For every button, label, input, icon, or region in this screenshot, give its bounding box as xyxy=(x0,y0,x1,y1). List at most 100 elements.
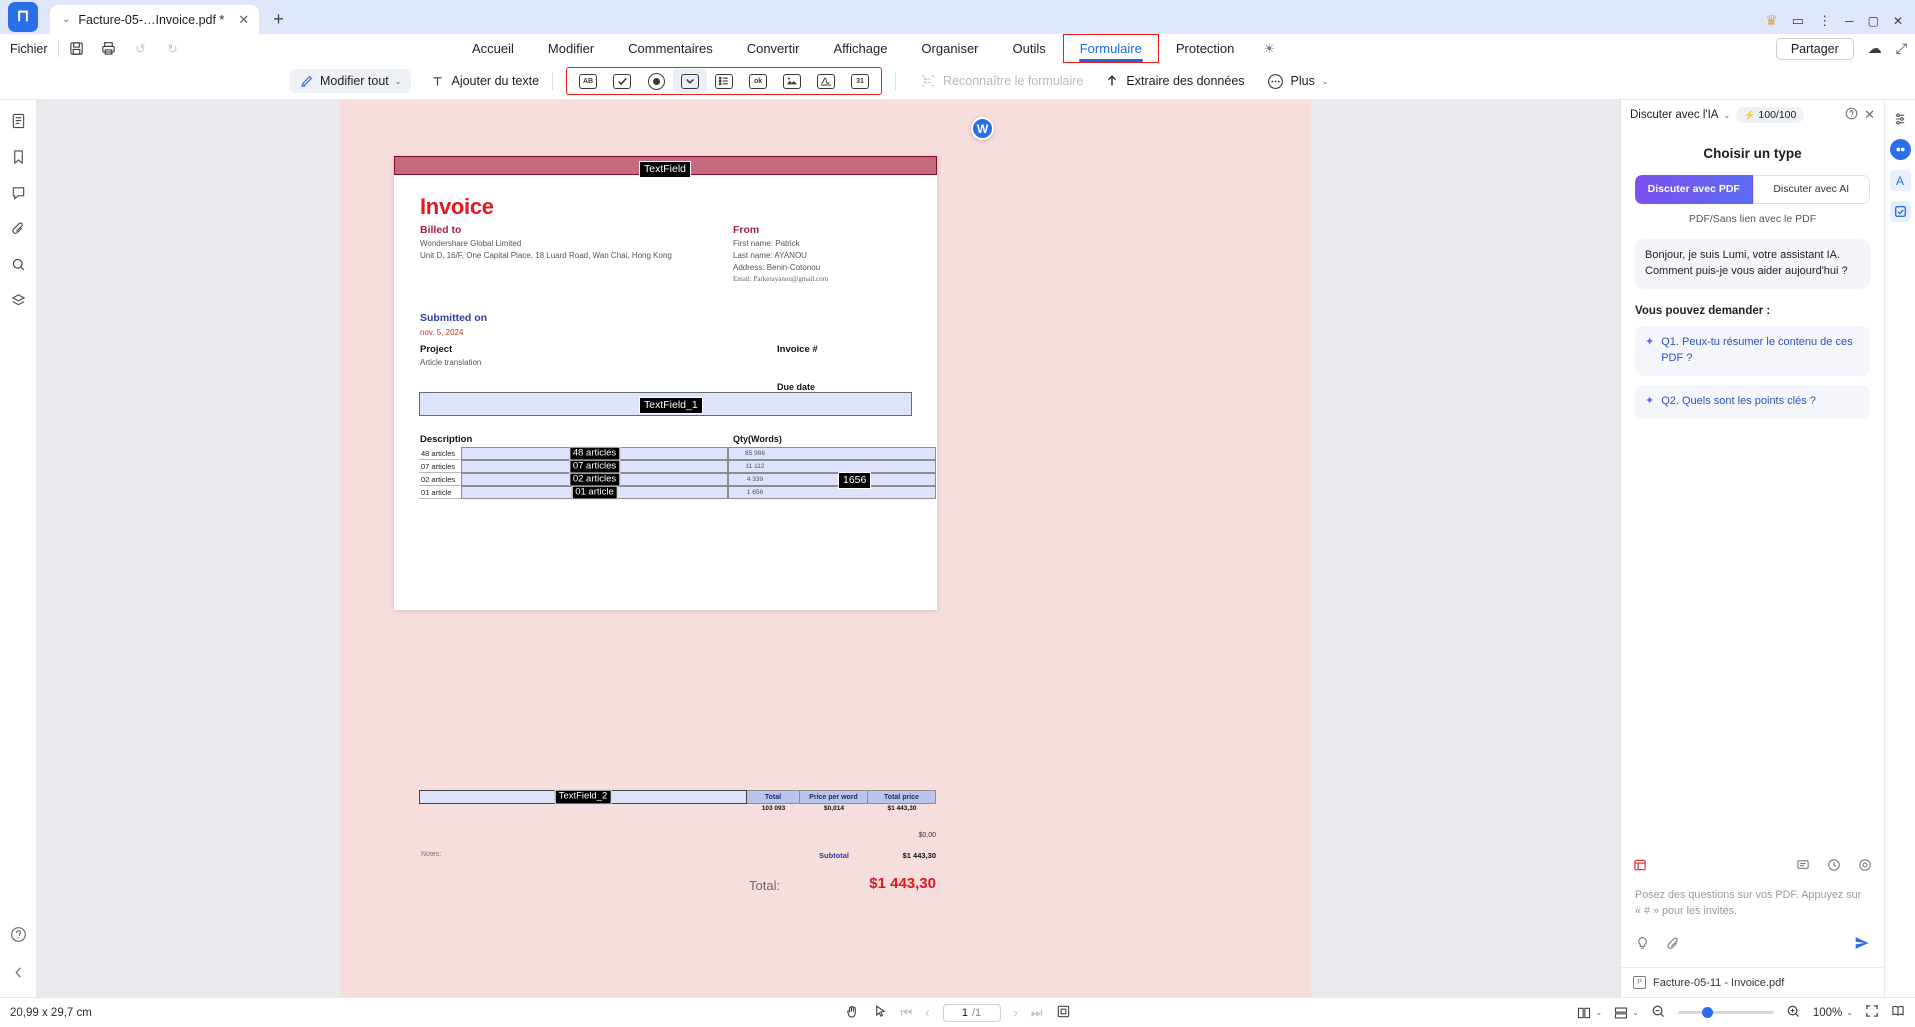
form-check-icon[interactable] xyxy=(1889,201,1911,222)
list-box-field-tool[interactable] xyxy=(707,69,741,93)
field-tag-textfield-1: TextField_1 xyxy=(639,397,703,415)
tab-organiser[interactable]: Organiser xyxy=(904,34,995,63)
zoom-slider[interactable] xyxy=(1677,1007,1774,1018)
table-row[interactable]: 48 articles 48 articles 85 986 xyxy=(419,446,936,461)
modifier-tout-button[interactable]: Modifier tout ⌄ xyxy=(290,69,412,93)
read-mode-icon[interactable] xyxy=(1891,1004,1905,1021)
tab-outils[interactable]: Outils xyxy=(996,34,1063,63)
row-form-field[interactable]: 48 articles xyxy=(461,446,728,461)
help-icon[interactable] xyxy=(7,923,29,945)
zoom-out-button[interactable] xyxy=(1651,1004,1666,1022)
toggle-chat-with-pdf[interactable]: Discuter avec PDF xyxy=(1635,175,1753,205)
library-icon[interactable] xyxy=(1633,858,1647,875)
zoom-slider-knob[interactable] xyxy=(1701,1007,1713,1018)
minimize-button[interactable]: ─ xyxy=(1845,14,1854,28)
lightbulb-icon[interactable]: ☀ xyxy=(1263,41,1275,57)
signature-field-tool[interactable] xyxy=(809,69,843,93)
tab-formulaire[interactable]: Formulaire xyxy=(1062,34,1159,63)
share-button[interactable]: Partager xyxy=(1775,37,1854,60)
note-icon[interactable] xyxy=(1796,858,1810,875)
maximize-button[interactable]: ▢ xyxy=(1868,14,1879,28)
ai-assistant-icon[interactable] xyxy=(1889,139,1911,160)
form-field-textfield-2[interactable]: TextField_2 xyxy=(419,789,747,805)
next-page-icon[interactable]: › xyxy=(1014,1005,1018,1020)
checkbox-field-tool[interactable] xyxy=(605,69,639,93)
combo-box-field-tool[interactable] xyxy=(673,69,708,93)
ai-mode-selector[interactable]: Discuter avec l'IA ⌄ xyxy=(1630,109,1730,121)
tab-protection[interactable]: Protection xyxy=(1159,34,1252,63)
document-viewport[interactable]: TextField Invoice Billed to Wondershare … xyxy=(37,100,1620,997)
cloud-icon[interactable]: ☁ xyxy=(1868,40,1882,57)
text-field-tool[interactable]: AB xyxy=(571,69,605,93)
menu-bar: Fichier ↺ ↻ Accueil Modifier Commentaire… xyxy=(0,34,1915,63)
date-field-tool[interactable]: 31 xyxy=(843,69,877,93)
document-tab[interactable]: ⌄ Facture-05-…Invoice.pdf * ✕ xyxy=(50,5,260,34)
redo-icon[interactable]: ↻ xyxy=(165,41,181,57)
ai-chat-input[interactable]: Posez des questions sur vos PDF. Appuyez… xyxy=(1633,881,1872,931)
pdf-page[interactable]: TextField Invoice Billed to Wondershare … xyxy=(394,156,937,893)
ocr-icon[interactable]: A xyxy=(1889,170,1911,191)
push-button-field-tool[interactable]: ok xyxy=(741,69,775,93)
row-form-field[interactable]: 07 articles xyxy=(461,459,728,474)
crown-icon[interactable]: ♛ xyxy=(1765,12,1778,29)
suggestion-2-label: Q2. Quels sont les points clés ? xyxy=(1661,394,1816,407)
attach-icon[interactable] xyxy=(1666,936,1681,954)
close-tab-icon[interactable]: ✕ xyxy=(238,12,249,28)
row-rest[interactable] xyxy=(781,447,936,460)
plus-button[interactable]: Plus ⌄ xyxy=(1267,73,1329,90)
radio-button-field-tool[interactable] xyxy=(639,69,673,93)
file-menu[interactable]: Fichier xyxy=(10,42,48,56)
comment-icon[interactable]: ▭ xyxy=(1792,13,1804,29)
layout-selector[interactable]: ⌄ xyxy=(1577,1006,1602,1020)
print-icon[interactable] xyxy=(101,41,117,57)
close-panel-icon[interactable]: ✕ xyxy=(1864,107,1875,123)
tab-modifier[interactable]: Modifier xyxy=(531,34,611,63)
ai-credits-badge[interactable]: ⚡ 100/100 xyxy=(1736,107,1805,123)
zoom-level-selector[interactable]: 100% ⌄ xyxy=(1813,1007,1853,1019)
tab-convertir[interactable]: Convertir xyxy=(730,34,817,63)
image-field-tool[interactable] xyxy=(775,69,809,93)
more-options-icon[interactable]: ⋮ xyxy=(1818,13,1831,29)
tab-affichage[interactable]: Affichage xyxy=(816,34,904,63)
send-message-icon[interactable] xyxy=(1854,935,1870,955)
history-icon[interactable] xyxy=(1827,858,1841,875)
sidebar-bookmarks-icon[interactable] xyxy=(7,146,29,168)
sidebar-comments-icon[interactable] xyxy=(7,182,29,204)
suggestion-question-1[interactable]: ✦ Q1. Peux-tu résumer le contenu de ces … xyxy=(1635,326,1870,376)
zoom-in-button[interactable] xyxy=(1786,1004,1801,1022)
suggestion-question-2[interactable]: ✦ Q2. Quels sont les points clés ? xyxy=(1635,384,1870,419)
sidebar-thumbnails-icon[interactable] xyxy=(7,110,29,132)
sidebar-attachments-icon[interactable] xyxy=(7,218,29,240)
last-page-icon[interactable]: ⏭ xyxy=(1031,1005,1043,1021)
expand-icon[interactable]: ⤢ xyxy=(1896,40,1907,57)
prev-page-icon[interactable]: ‹ xyxy=(925,1005,929,1020)
attached-file-row[interactable]: P Facture-05-11 - Invoice.pdf xyxy=(1621,967,1884,997)
sidebar-search-icon[interactable] xyxy=(7,254,29,276)
page-number-input[interactable]: 1 /1 xyxy=(942,1003,1001,1022)
view-mode-selector[interactable]: ⌄ xyxy=(1614,1006,1639,1020)
new-tab-button[interactable]: + xyxy=(273,9,284,30)
reconnaitre-formulaire-button[interactable]: Reconnaître le formulaire xyxy=(921,74,1083,88)
word-convert-badge[interactable]: W xyxy=(971,117,994,140)
hand-tool-icon[interactable] xyxy=(844,1004,859,1022)
first-page-icon[interactable]: ⏮ xyxy=(900,1005,912,1021)
collapse-sidebar-icon[interactable] xyxy=(7,961,29,983)
undo-icon[interactable]: ↺ xyxy=(133,41,149,57)
toggle-chat-with-ai[interactable]: Discuter avec AI xyxy=(1752,175,1870,205)
row-form-field[interactable]: 01 article xyxy=(461,485,728,500)
settings-icon[interactable] xyxy=(1890,108,1911,129)
tab-accueil[interactable]: Accueil xyxy=(455,34,531,63)
row-form-field[interactable]: 02 articles xyxy=(461,472,728,487)
fit-page-icon[interactable] xyxy=(1056,1004,1071,1022)
help-icon[interactable] xyxy=(1845,107,1858,123)
save-icon[interactable] xyxy=(69,41,85,57)
prompt-ideas-icon[interactable] xyxy=(1635,936,1650,954)
fullscreen-icon[interactable] xyxy=(1865,1004,1879,1021)
select-tool-icon[interactable] xyxy=(872,1004,887,1022)
extraire-donnees-button[interactable]: Extraire des données xyxy=(1105,74,1245,88)
ajouter-texte-button[interactable]: Ajouter du texte xyxy=(431,74,539,88)
sidebar-layers-icon[interactable] xyxy=(7,290,29,312)
tab-commentaires[interactable]: Commentaires xyxy=(611,34,730,63)
close-window-button[interactable]: ✕ xyxy=(1893,14,1903,28)
settings-icon[interactable] xyxy=(1858,858,1872,875)
